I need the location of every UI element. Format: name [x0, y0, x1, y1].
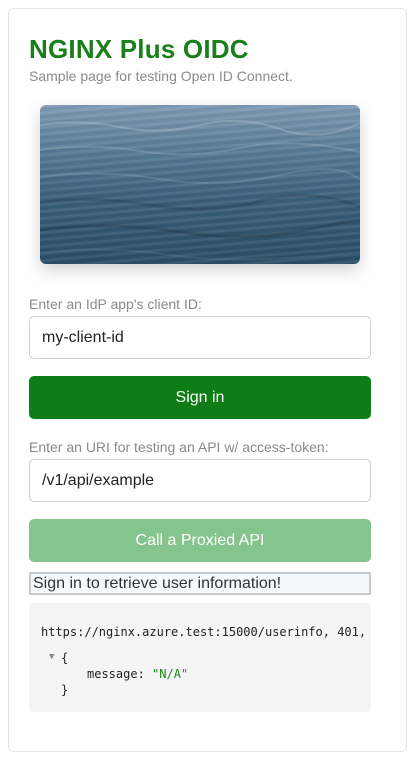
ocean-hero-image: [40, 105, 360, 264]
user-info-status: Sign in to retrieve user information!: [29, 572, 371, 595]
collapse-toggle-icon[interactable]: ▼: [49, 652, 54, 662]
sign-in-button[interactable]: Sign in: [29, 376, 371, 419]
page-subtitle: Sample page for testing Open ID Connect.: [29, 68, 293, 84]
api-uri-label: Enter an URI for testing an API w/ acces…: [29, 439, 329, 455]
json-property: message: "N/A": [87, 667, 188, 681]
api-uri-input[interactable]: /v1/api/example: [29, 459, 371, 502]
json-close-brace: }: [61, 683, 69, 697]
call-proxied-api-button[interactable]: Call a Proxied API: [29, 519, 371, 562]
client-id-input[interactable]: my-client-id: [29, 316, 371, 359]
page-title: NGINX Plus OIDC: [29, 34, 249, 64]
wave-texture: [40, 119, 360, 261]
json-value: "N/A": [152, 667, 189, 681]
json-open-brace: {: [61, 651, 69, 665]
response-request-line: https://nginx.azure.test:15000/userinfo,…: [41, 625, 371, 639]
json-key: message:: [87, 667, 145, 681]
api-response-viewer: https://nginx.azure.test:15000/userinfo,…: [29, 603, 371, 712]
client-id-label: Enter an IdP app's client ID:: [29, 296, 202, 312]
